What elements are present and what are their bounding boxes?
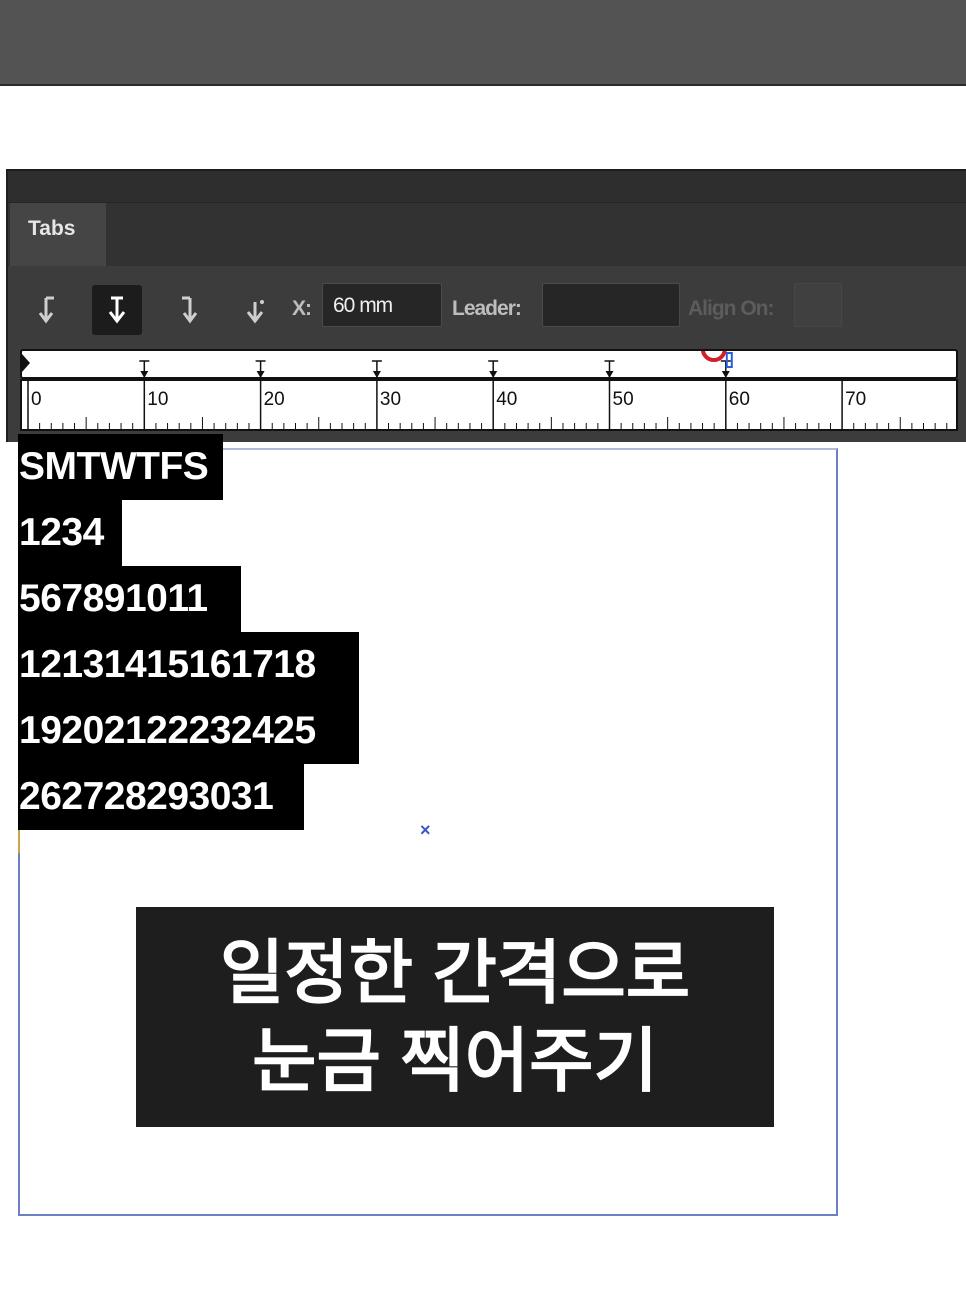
measurement-ruler: 0 10 20 30 40 50 60 70 bbox=[20, 379, 958, 431]
caption-line-1: 일정한 간격으로 bbox=[219, 934, 691, 1012]
x-position-value: 60 mm bbox=[333, 294, 393, 317]
right-justified-tab-button[interactable] bbox=[162, 285, 212, 335]
ruler-label: 0 bbox=[31, 389, 42, 410]
ruler-label: 20 bbox=[264, 389, 285, 410]
align-on-field[interactable] bbox=[794, 283, 842, 327]
ruler-label: 10 bbox=[147, 389, 168, 410]
ruler-label: 60 bbox=[729, 389, 750, 410]
tab-stop-marker bbox=[488, 360, 499, 378]
text-line[interactable]: 262728293031 bbox=[18, 764, 304, 830]
ruler-label: 30 bbox=[380, 389, 401, 410]
text-line[interactable]: 1234 bbox=[18, 500, 122, 566]
text-line[interactable]: 567891011 bbox=[18, 566, 241, 632]
align-to-decimal-tab-button[interactable] bbox=[230, 285, 280, 335]
ruler-label: 70 bbox=[845, 389, 866, 410]
tab-ruler[interactable]: 0 10 20 30 40 50 60 70 bbox=[20, 349, 958, 433]
panel-tab-strip: Tabs bbox=[8, 203, 966, 266]
tab-stop-marker bbox=[371, 360, 382, 378]
cursor-ring-icon bbox=[700, 351, 727, 362]
text-line[interactable]: SMTWTFS bbox=[18, 434, 223, 500]
caption-line-2: 눈금 찍어주기 bbox=[252, 1022, 658, 1100]
ruler-label: 50 bbox=[613, 389, 634, 410]
panel-header-bar[interactable] bbox=[8, 171, 966, 203]
left-indent-marker bbox=[22, 354, 30, 372]
tab-stop-marker bbox=[604, 360, 615, 378]
tab-stop-track[interactable] bbox=[20, 349, 958, 379]
tab-stop-arrow bbox=[605, 371, 614, 378]
center-justified-tab-button[interactable] bbox=[92, 285, 142, 335]
app-top-bar bbox=[0, 0, 966, 86]
ruler-ticks: 0 10 20 30 40 50 60 70 bbox=[27, 381, 948, 429]
right-justified-tab-icon bbox=[182, 296, 198, 324]
tab-stop-marker bbox=[255, 360, 266, 378]
tabs-panel: Tabs X: 60 mm Leader: Align On: 0 10 20 … bbox=[6, 169, 966, 442]
frame-center-point-icon: × bbox=[420, 820, 431, 840]
tab-stop-arrow bbox=[372, 371, 381, 378]
tab-stop-arrow bbox=[140, 371, 149, 378]
align-on-label: Align On: bbox=[688, 297, 774, 320]
tab-tabs[interactable]: Tabs bbox=[10, 203, 106, 266]
x-position-label: X: bbox=[292, 297, 312, 320]
text-line[interactable]: 19202122232425 bbox=[18, 698, 359, 764]
leader-label: Leader: bbox=[452, 297, 522, 320]
tab-stop-arrow bbox=[721, 371, 730, 378]
x-position-field[interactable]: 60 mm bbox=[322, 283, 442, 327]
tab-stop-markers bbox=[22, 351, 733, 378]
ruler-label: 40 bbox=[496, 389, 517, 410]
text-line[interactable]: 12131415161718 bbox=[18, 632, 359, 698]
left-justified-tab-button[interactable] bbox=[24, 285, 74, 335]
tab-stop-arrow bbox=[256, 371, 265, 378]
left-justified-tab-icon bbox=[38, 296, 54, 324]
center-justified-tab-icon bbox=[108, 296, 126, 324]
subtitle-caption: 일정한 간격으로 눈금 찍어주기 bbox=[136, 907, 774, 1127]
align-to-decimal-tab-icon bbox=[246, 300, 264, 324]
tab-tabs-label: Tabs bbox=[28, 217, 76, 240]
tab-stop-marker bbox=[139, 360, 150, 378]
selected-tab-stop bbox=[700, 351, 733, 378]
tabs-toolbar: X: 60 mm Leader: Align On: bbox=[8, 266, 966, 348]
leader-field[interactable] bbox=[542, 283, 680, 327]
selected-tab-highlight bbox=[725, 352, 733, 368]
tab-stop-arrow bbox=[489, 371, 498, 378]
